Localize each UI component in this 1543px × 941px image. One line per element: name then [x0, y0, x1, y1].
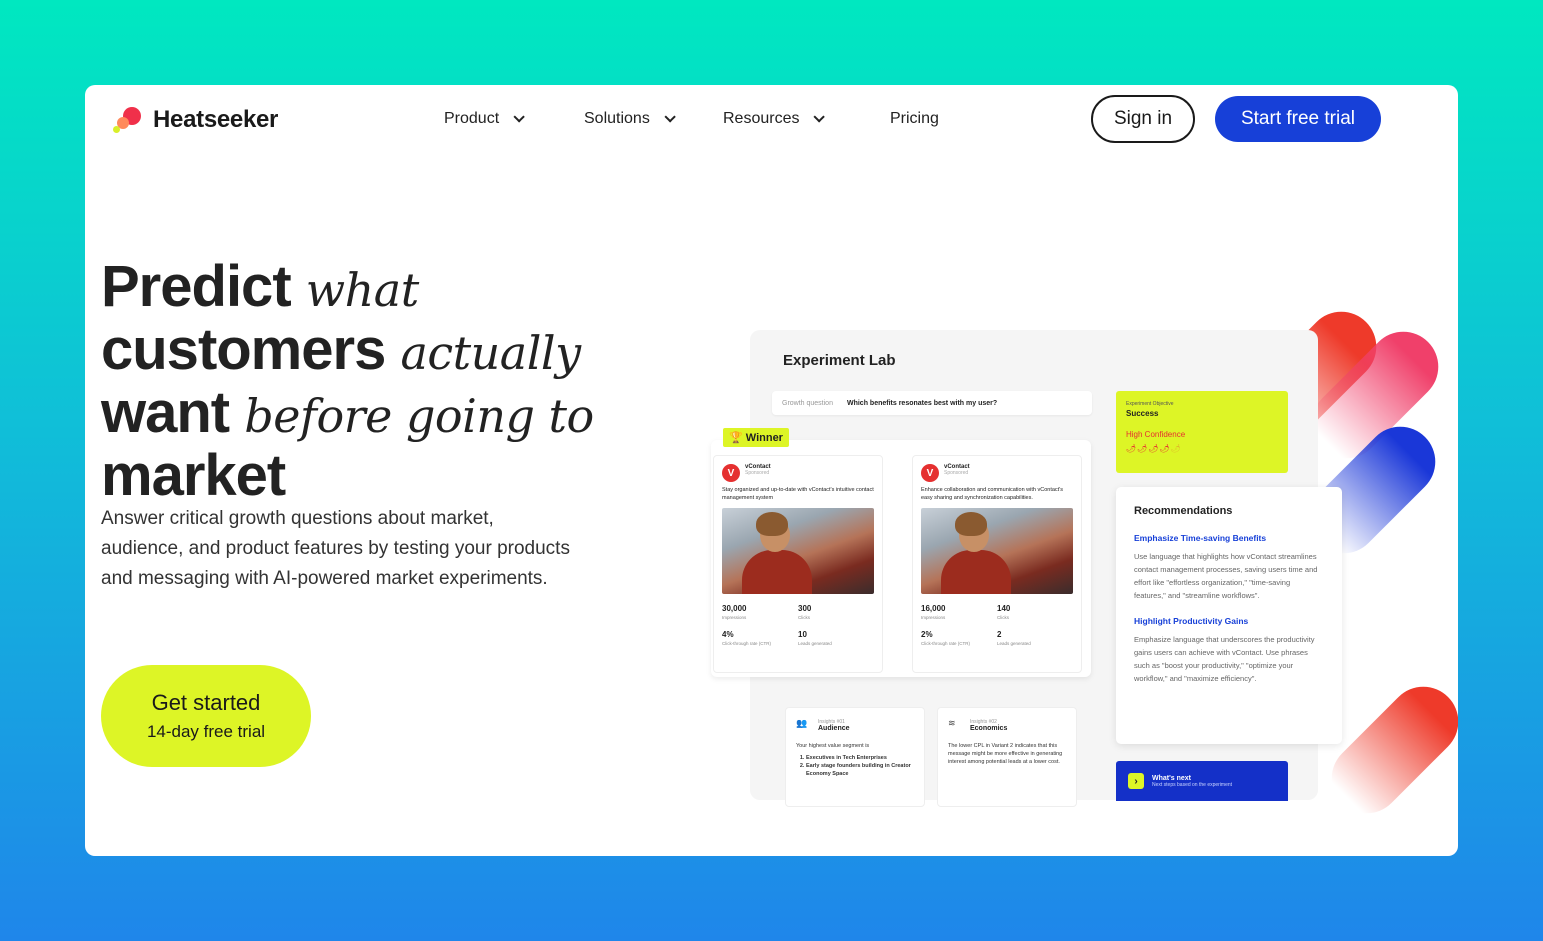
- whats-next-button[interactable]: › What's next Next steps based on the ex…: [1116, 761, 1288, 801]
- stat-label: Clicks: [798, 615, 810, 620]
- objective-label: Experiment Objective: [1126, 401, 1174, 407]
- confidence-rating-icon: 🌶🌶🌶🌶🌶: [1126, 444, 1182, 453]
- start-trial-button[interactable]: Start free trial: [1215, 96, 1381, 142]
- ad-card: V vContact Sponsored Enhance collaborati…: [912, 455, 1082, 673]
- audience-icon: 👥: [796, 718, 808, 728]
- insight-body: The lower CPL in Variant 2 indicates tha…: [948, 743, 1063, 765]
- ad-card: V vContact Sponsored Stay organized and …: [713, 455, 883, 673]
- hero-title-part: before going to: [244, 389, 594, 443]
- nav-pricing-label: Pricing: [890, 110, 939, 127]
- hero-title-part: actually: [400, 326, 581, 380]
- nav-solutions[interactable]: Solutions: [584, 107, 723, 131]
- logo[interactable]: Heatseeker: [113, 105, 278, 135]
- next-sub: Next steps based on the experiment: [1152, 781, 1233, 788]
- hero-title-part: Predict: [101, 254, 292, 319]
- ad-image: [921, 508, 1073, 594]
- hero-title-part: what: [305, 263, 419, 317]
- experiment-objective: Experiment Objective Success High Confid…: [1116, 391, 1288, 473]
- cta-sublabel: 14-day free trial: [146, 722, 266, 741]
- ad-copy: Enhance collaboration and communication …: [921, 487, 1063, 501]
- hero-title-part: want: [101, 380, 230, 445]
- stat-value: 4%: [722, 630, 734, 639]
- insight-card: ≋ Insights #02 Economics The lower CPL i…: [937, 707, 1077, 807]
- recommendations-title: Recommendations: [1134, 505, 1233, 517]
- stat-label: Leads generated: [997, 641, 1031, 646]
- ad-sponsored: Sponsored: [944, 470, 969, 476]
- page-card: Heatseeker Product Solutions Resources P…: [85, 85, 1458, 856]
- insight-title: Economics: [970, 724, 1008, 732]
- stat-value: 30,000: [722, 604, 747, 613]
- chevron-down-icon: [813, 111, 826, 123]
- stat-value: 2%: [921, 630, 933, 639]
- growth-question-text: Which benefits resonates best with my us…: [846, 399, 998, 407]
- nav-resources-label: Resources: [723, 110, 800, 127]
- chevron-down-icon: [664, 111, 676, 123]
- arrow-right-icon: ›: [1128, 773, 1144, 789]
- ad-sponsored: Sponsored: [745, 470, 770, 476]
- stat-label: Clicks: [997, 615, 1009, 620]
- brand-name: Heatseeker: [153, 106, 279, 133]
- hero-title-part: customers: [101, 317, 386, 382]
- insight-card: 👥 Insights #01 Audience Your highest val…: [785, 707, 925, 807]
- nav-solutions-label: Solutions: [584, 110, 650, 127]
- stat-label: Click-through rate (CTR): [921, 641, 971, 646]
- recommendation-body: Emphasize language that underscores the …: [1134, 635, 1315, 683]
- insight-key: Insights #01: [818, 718, 845, 725]
- vcontact-logo-icon: V: [921, 464, 939, 482]
- hero-title-part: market: [101, 443, 286, 508]
- nav-resources[interactable]: Resources: [723, 107, 890, 131]
- confidence-label: High Confidence: [1126, 430, 1186, 439]
- recommendation-body: Use language that highlights how vContac…: [1134, 552, 1318, 600]
- main-nav: Product Solutions Resources Pricing: [444, 107, 939, 131]
- recommendation-title[interactable]: Emphasize Time-saving Benefits: [1134, 533, 1324, 543]
- growth-question-label: Growth question: [782, 399, 833, 407]
- vcontact-logo-icon: V: [722, 464, 740, 482]
- recommendations-panel: Recommendations Emphasize Time-saving Be…: [1116, 487, 1342, 744]
- lab-title: Experiment Lab: [783, 352, 896, 369]
- stat-label: Impressions: [722, 615, 747, 620]
- winner-badge: 🏆 Winner: [723, 428, 789, 447]
- stat-label: Click-through rate (CTR): [722, 641, 772, 646]
- chevron-down-icon: [513, 111, 525, 123]
- stat-value: 300: [798, 604, 812, 613]
- nav-product-label: Product: [444, 110, 500, 127]
- ad-image: [722, 508, 874, 594]
- stat-value: 140: [997, 604, 1011, 613]
- cta-label: Get started: [151, 690, 261, 715]
- stat-label: Leads generated: [798, 641, 832, 646]
- objective-status: Success: [1126, 409, 1159, 418]
- stat-value: 2: [997, 630, 1002, 639]
- stat-label: Impressions: [921, 615, 946, 620]
- ad-copy: Stay organized and up-to-date with vCont…: [722, 487, 874, 501]
- hero-subtitle: Answer critical growth questions about m…: [101, 508, 570, 589]
- insight-list-item: Executives in Tech Enterprises: [806, 754, 914, 762]
- insight-body: Your highest value segment is: [796, 743, 870, 749]
- economics-icon: ≋: [948, 718, 956, 728]
- recommendation-title[interactable]: Highlight Productivity Gains: [1134, 616, 1324, 626]
- get-started-button[interactable]: Get started 14-day free trial: [101, 665, 311, 767]
- nav-pricing[interactable]: Pricing: [890, 107, 939, 131]
- next-title: What's next: [1152, 774, 1192, 782]
- sign-in-button[interactable]: Sign in: [1091, 95, 1195, 143]
- growth-question: Growth question Which benefits resonates…: [772, 391, 1092, 415]
- stat-value: 16,000: [921, 604, 946, 613]
- hero-title: Predict what customers actually want bef…: [101, 257, 641, 506]
- stat-value: 10: [798, 630, 807, 639]
- heatseeker-logo-icon: [113, 105, 143, 135]
- insight-list-item: Early stage founders building in Creator…: [806, 762, 914, 778]
- insight-title: Audience: [818, 724, 850, 732]
- nav-product[interactable]: Product: [444, 107, 584, 131]
